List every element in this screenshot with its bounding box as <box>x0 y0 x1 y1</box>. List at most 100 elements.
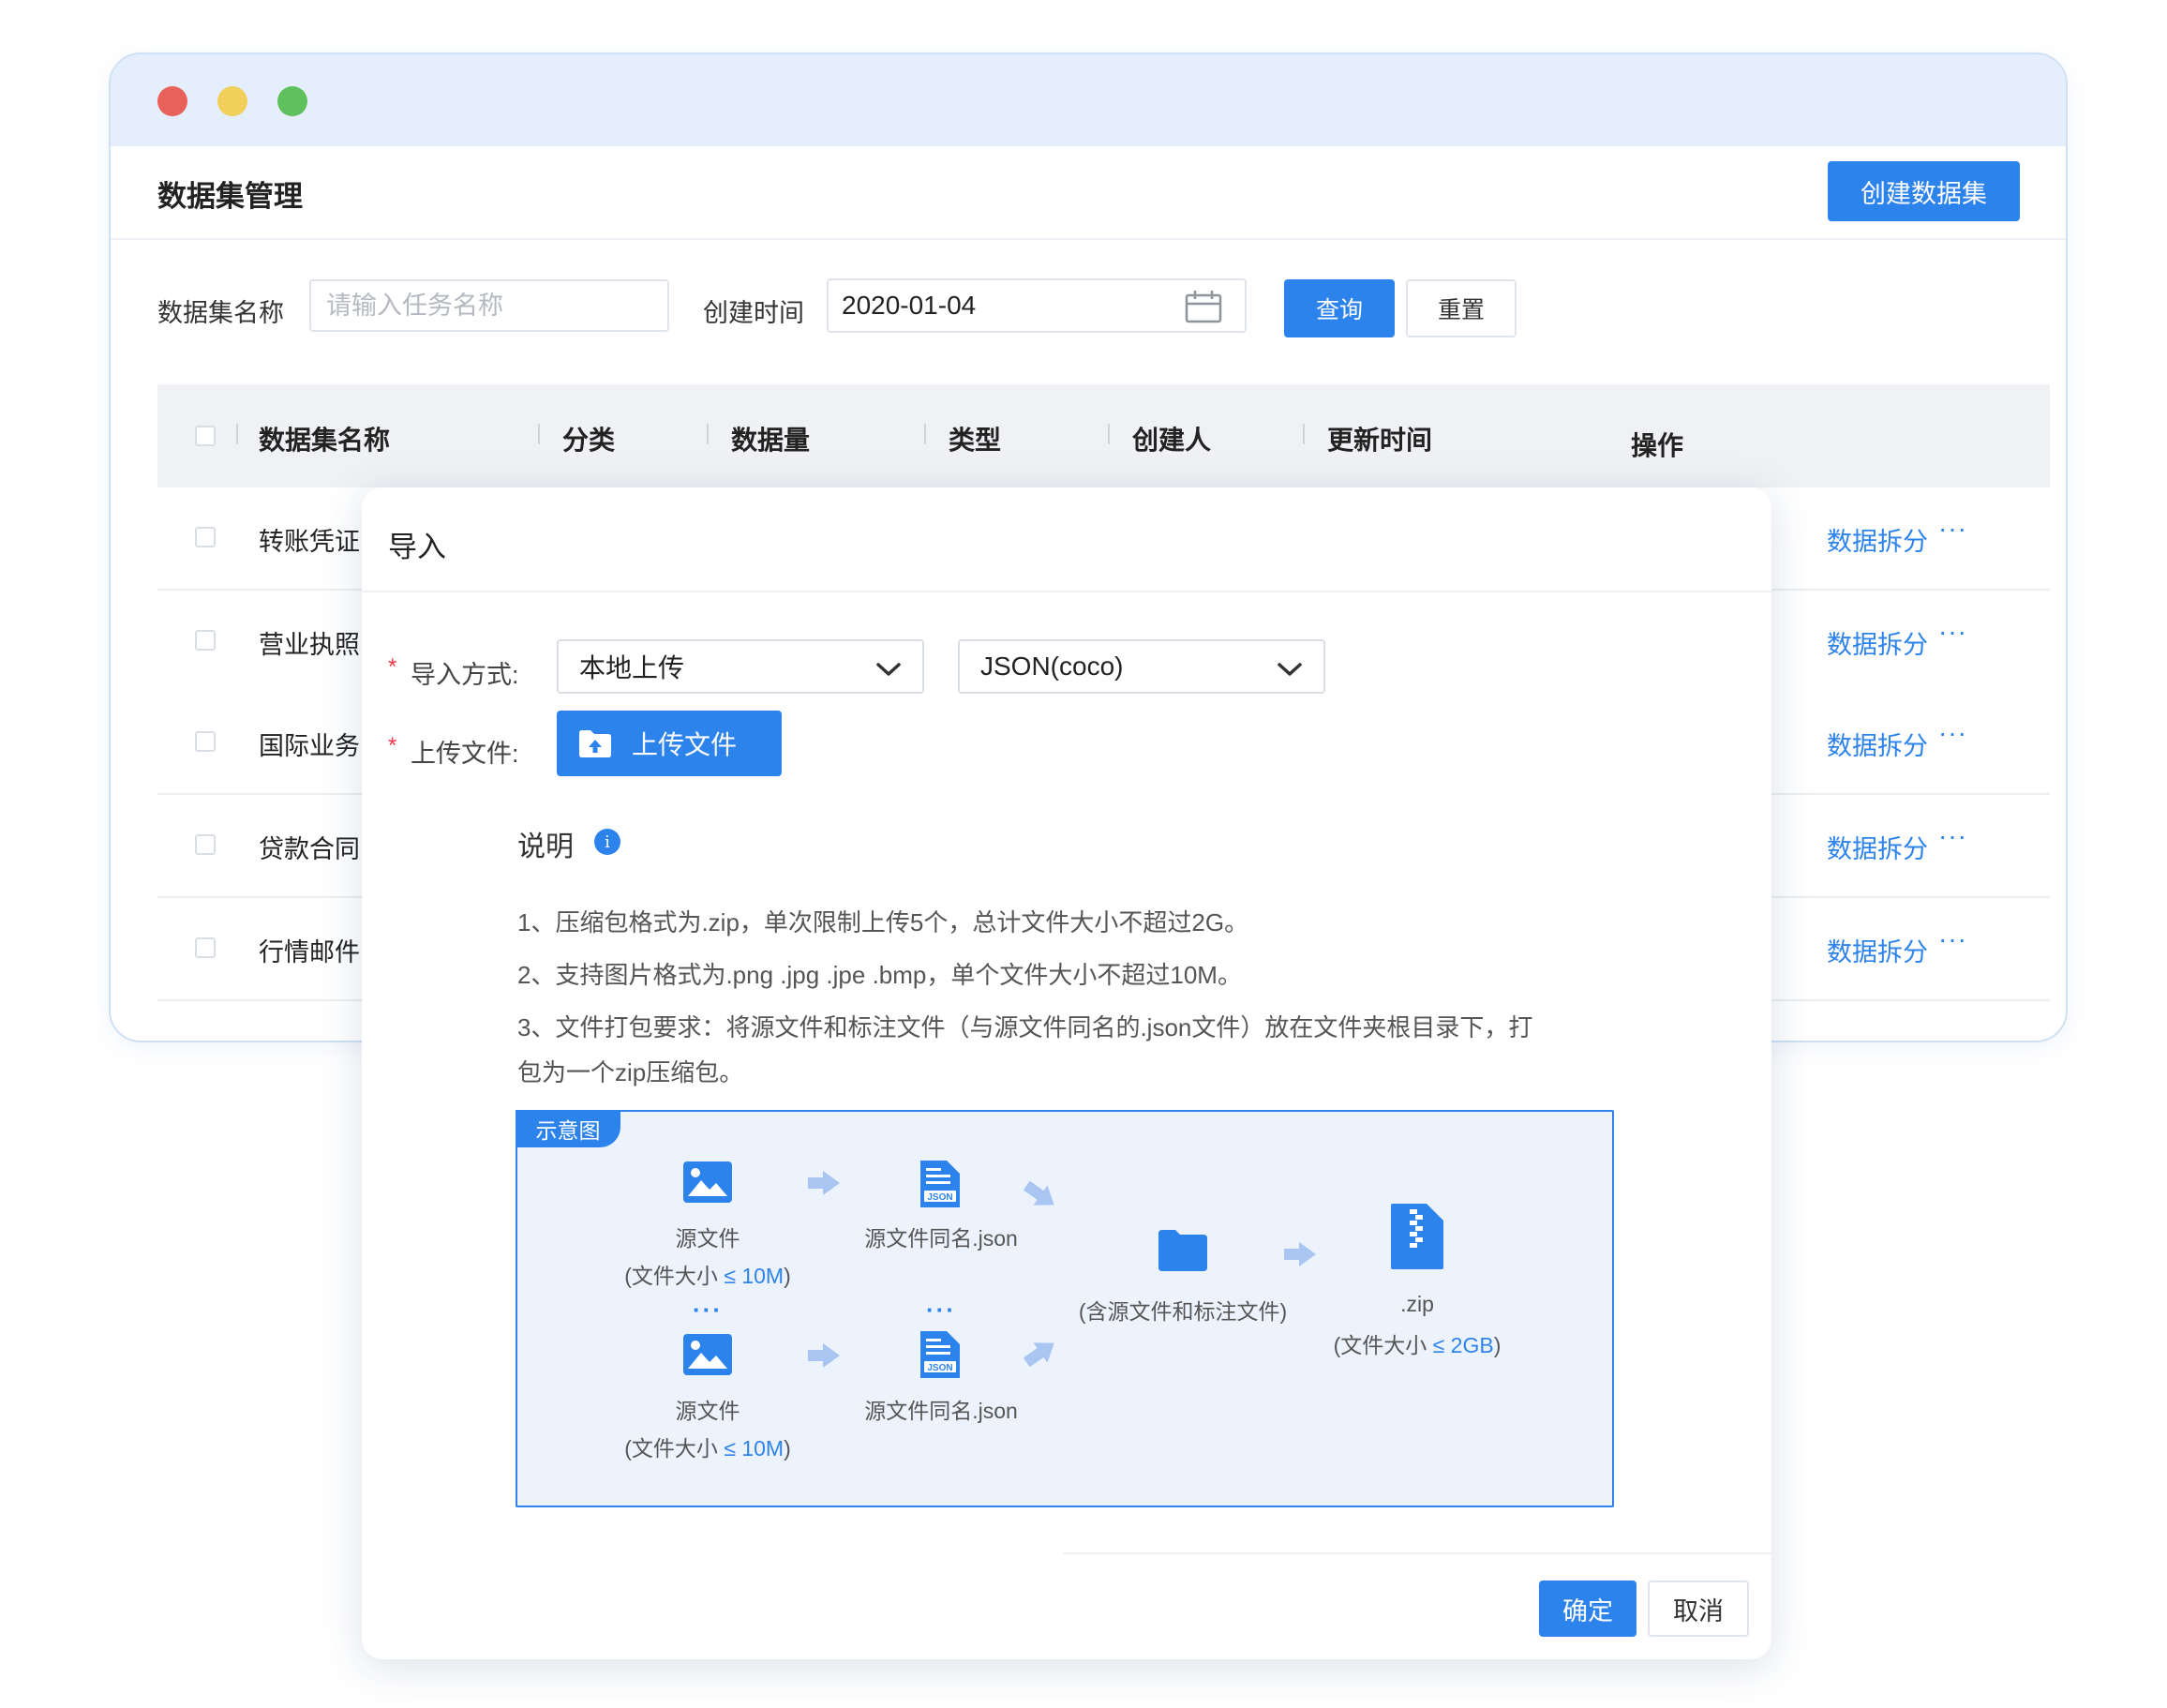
row-checkbox[interactable] <box>195 630 216 651</box>
create-dataset-button[interactable]: 创建数据集 <box>1828 161 2020 221</box>
zip-caption: .zip <box>1400 1292 1434 1316</box>
svg-text:JSON: JSON <box>927 1363 952 1373</box>
note-line: 1、压缩包格式为.zip，单次限制上传5个，总计文件大小不超过2G。 <box>517 908 1249 936</box>
zip-size-caption: (文件大小 ≤ 2GB) <box>1333 1333 1502 1357</box>
arrow-up-right-icon <box>1023 1342 1054 1368</box>
ellipsis-icon: ··· <box>926 1296 956 1324</box>
json-file-caption: 源文件同名.json <box>864 1226 1018 1251</box>
modal-title: 导入 <box>388 531 446 563</box>
import-format-value: JSON(coco) <box>980 652 1124 681</box>
page-title: 数据集管理 <box>157 180 303 213</box>
zip-file-icon <box>1391 1204 1443 1269</box>
column-header-type: 类型 <box>949 426 1002 455</box>
dataset-name-input[interactable] <box>309 279 669 332</box>
dataset-name-cell: 营业执照 <box>259 631 360 659</box>
upload-button-label: 上传文件 <box>632 730 738 759</box>
table-header: 数据集名称 分类 数据量 类型 创建人 更新时间 操作 <box>157 384 2050 487</box>
arrow-down-right-icon <box>1023 1180 1054 1206</box>
page-header: 数据集管理 创建数据集 <box>111 146 2066 240</box>
upload-file-label: 上传文件: <box>411 740 519 768</box>
column-header-name: 数据集名称 <box>259 426 391 455</box>
chevron-down-icon <box>875 656 902 686</box>
maximize-window-dot[interactable] <box>277 86 307 116</box>
column-header-updated: 更新时间 <box>1327 426 1433 455</box>
note-line: 3、文件打包要求：将源文件和标注文件（与源文件同名的.json文件）放在文件夹根… <box>517 1013 1533 1041</box>
info-icon[interactable]: i <box>594 829 620 855</box>
note-title: 说明 <box>517 832 574 862</box>
source-size-caption: (文件大小 ≤ 10M) <box>624 1436 791 1461</box>
dataset-name-cell: 贷款合同 <box>259 835 360 863</box>
required-mark: * <box>388 654 397 680</box>
import-format-select[interactable]: JSON(coco) <box>958 639 1325 694</box>
create-time-picker[interactable]: 2020-01-04 <box>827 278 1247 333</box>
folder-upload-icon <box>577 728 613 758</box>
split-data-link[interactable]: 数据拆分 <box>1827 829 1928 865</box>
create-time-label: 创建时间 <box>703 299 804 327</box>
split-data-link[interactable]: 数据拆分 <box>1827 726 1928 762</box>
column-header-actions: 操作 <box>1631 431 1684 460</box>
modal-header-divider <box>362 591 1771 592</box>
packaging-diagram: 示意图 源文件 (文件大小 ≤ 10M) ··· JSON 源文件同名.json… <box>516 1110 1614 1507</box>
json-file-caption: 源文件同名.json <box>864 1399 1018 1423</box>
close-window-dot[interactable] <box>157 86 187 116</box>
row-checkbox[interactable] <box>195 527 216 547</box>
dataset-name-cell: 行情邮件 <box>259 938 360 966</box>
modal-footer-divider <box>1063 1552 1771 1554</box>
arrow-right-icon <box>808 1171 840 1195</box>
reset-button[interactable]: 重置 <box>1406 279 1517 337</box>
image-file-icon <box>683 1334 732 1375</box>
chevron-down-icon <box>1277 656 1303 686</box>
note-line: 包为一个zip压缩包。 <box>517 1058 744 1086</box>
import-method-label: 导入方式: <box>411 661 519 689</box>
note-line: 2、支持图片格式为.png .jpg .jpe .bmp，单个文件大小不超过10… <box>517 961 1242 989</box>
import-modal: 导入 * 导入方式: 本地上传 JSON(coco) * 上传文件: 上传文件 … <box>362 487 1771 1659</box>
window-titlebar <box>111 54 2066 146</box>
select-all-checkbox[interactable] <box>195 426 216 446</box>
row-checkbox[interactable] <box>195 731 216 752</box>
folder-icon <box>1158 1230 1207 1271</box>
create-time-value: 2020-01-04 <box>842 291 977 320</box>
minimize-window-dot[interactable] <box>217 86 247 116</box>
calendar-icon[interactable] <box>1185 290 1222 330</box>
more-actions-icon[interactable]: ··· <box>1938 718 1967 748</box>
column-header-creator: 创建人 <box>1132 426 1212 455</box>
json-file-icon: JSON <box>920 1161 960 1207</box>
source-file-caption: 源文件 <box>675 1399 740 1423</box>
confirm-button[interactable]: 确定 <box>1539 1581 1636 1637</box>
diagram-tag: 示意图 <box>516 1110 620 1147</box>
ellipsis-icon: ··· <box>693 1296 723 1324</box>
more-actions-icon[interactable]: ··· <box>1938 514 1967 544</box>
more-actions-icon[interactable]: ··· <box>1938 821 1967 851</box>
query-button[interactable]: 查询 <box>1284 279 1395 337</box>
dataset-name-cell: 国际业务 <box>259 732 360 760</box>
import-method-value: 本地上传 <box>579 653 685 682</box>
row-checkbox[interactable] <box>195 937 216 958</box>
arrow-right-icon <box>1284 1242 1316 1266</box>
column-header-count: 数据量 <box>731 426 811 455</box>
image-file-icon <box>683 1161 732 1203</box>
column-header-category: 分类 <box>562 426 616 455</box>
cancel-button[interactable]: 取消 <box>1648 1581 1749 1637</box>
import-method-select[interactable]: 本地上传 <box>557 639 924 694</box>
more-actions-icon[interactable]: ··· <box>1938 924 1967 954</box>
column-divider <box>707 424 709 444</box>
column-divider <box>924 424 926 444</box>
source-file-caption: 源文件 <box>675 1226 740 1251</box>
split-data-link[interactable]: 数据拆分 <box>1827 521 1928 558</box>
column-divider <box>538 424 540 444</box>
dataset-name-label: 数据集名称 <box>157 299 284 327</box>
source-size-caption: (文件大小 ≤ 10M) <box>624 1264 791 1288</box>
column-divider <box>1108 424 1110 444</box>
svg-text:JSON: JSON <box>927 1192 952 1203</box>
upload-file-button[interactable]: 上传文件 <box>557 711 782 776</box>
column-divider <box>1303 424 1305 444</box>
dataset-name-cell: 转账凭证 <box>259 528 360 556</box>
split-data-link[interactable]: 数据拆分 <box>1827 624 1928 661</box>
folder-caption: (含源文件和标注文件) <box>1078 1299 1288 1324</box>
row-checkbox[interactable] <box>195 834 216 855</box>
more-actions-icon[interactable]: ··· <box>1938 617 1967 647</box>
arrow-right-icon <box>808 1343 840 1368</box>
column-divider <box>236 424 238 444</box>
split-data-link[interactable]: 数据拆分 <box>1827 932 1928 968</box>
json-file-icon: JSON <box>920 1331 960 1378</box>
